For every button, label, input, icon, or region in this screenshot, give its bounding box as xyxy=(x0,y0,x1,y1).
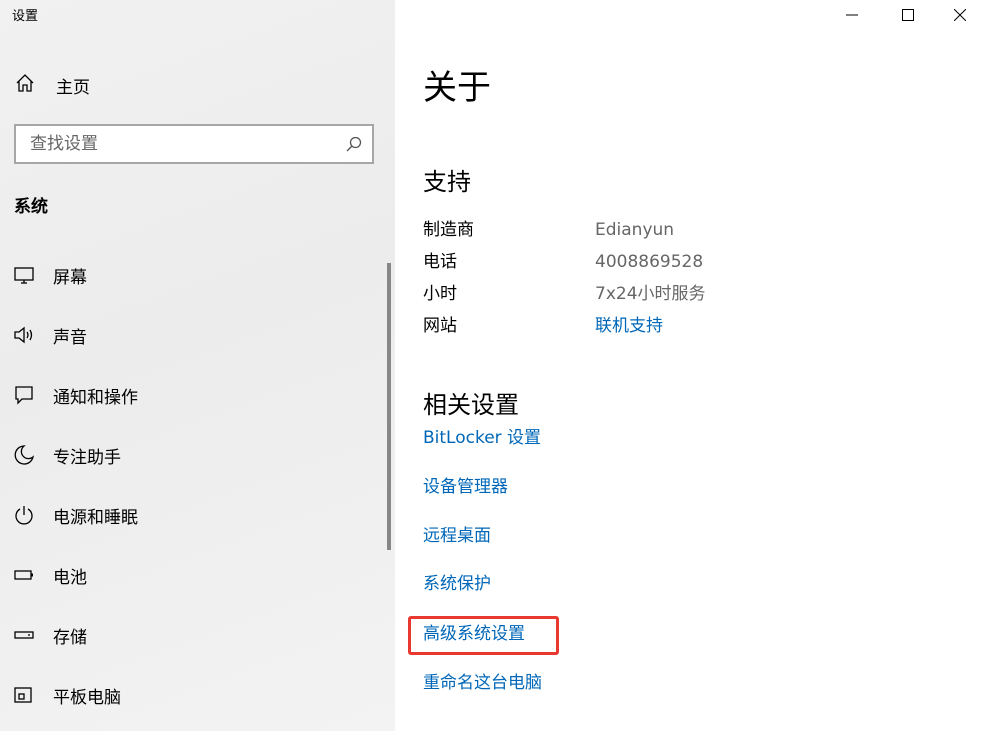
maximize-button[interactable] xyxy=(885,0,931,30)
sidebar-item-battery[interactable]: 电池 xyxy=(0,545,380,605)
support-value-manufacturer: Edianyun xyxy=(595,220,675,240)
home-nav-item[interactable]: 主页 xyxy=(14,72,90,98)
maximize-icon xyxy=(902,6,914,25)
sidebar-item-storage[interactable]: 存储 xyxy=(0,605,380,665)
minimize-icon xyxy=(846,6,858,25)
sidebar-nav: 屏幕 声音 通知和操作 专注助手 电源和睡眠 电池 存储 平板电脑 xyxy=(0,245,380,725)
search-box[interactable] xyxy=(14,124,374,164)
section-title: 系统 xyxy=(14,197,48,217)
monitor-icon xyxy=(12,263,36,287)
sidebar-item-tablet[interactable]: 平板电脑 xyxy=(0,665,380,725)
sidebar: 设置 主页 系统 屏幕 声音 通知和操作 xyxy=(0,0,395,731)
support-heading: 支持 xyxy=(423,168,471,196)
related-settings-heading: 相关设置 xyxy=(423,391,519,419)
sidebar-item-power-sleep[interactable]: 电源和睡眠 xyxy=(0,485,380,545)
sidebar-item-label: 屏幕 xyxy=(53,267,87,288)
sidebar-item-focus-assist[interactable]: 专注助手 xyxy=(0,425,380,485)
search-input[interactable] xyxy=(16,126,350,162)
rename-pc-link[interactable]: 重命名这台电脑 xyxy=(423,671,542,695)
sidebar-item-label: 电池 xyxy=(53,567,87,588)
search-icon[interactable] xyxy=(345,135,363,157)
sidebar-item-label: 通知和操作 xyxy=(53,387,138,408)
window-title: 设置 xyxy=(12,9,39,24)
device-manager-link[interactable]: 设备管理器 xyxy=(423,475,508,499)
sidebar-item-label: 专注助手 xyxy=(53,447,121,468)
speaker-icon xyxy=(12,323,36,347)
battery-icon xyxy=(12,563,36,587)
home-icon xyxy=(14,72,36,98)
power-icon xyxy=(12,503,36,527)
sidebar-item-label: 存储 xyxy=(53,627,87,648)
system-protection-link[interactable]: 系统保护 xyxy=(423,572,491,596)
sidebar-item-display[interactable]: 屏幕 xyxy=(0,245,380,305)
storage-icon xyxy=(12,623,36,647)
online-support-link[interactable]: 联机支持 xyxy=(595,314,663,338)
sidebar-item-label: 电源和睡眠 xyxy=(53,507,138,528)
page-title: 关于 xyxy=(423,68,491,108)
sidebar-item-label: 声音 xyxy=(53,327,87,348)
home-label: 主页 xyxy=(56,77,90,98)
notification-icon xyxy=(12,383,36,407)
tablet-icon xyxy=(12,683,36,707)
sidebar-scrollbar[interactable] xyxy=(387,263,391,550)
support-key-hours: 小时 xyxy=(423,284,457,304)
support-value-hours: 7x24小时服务 xyxy=(595,284,706,304)
minimize-button[interactable] xyxy=(829,0,875,30)
sidebar-item-notifications[interactable]: 通知和操作 xyxy=(0,365,380,425)
support-key-manufacturer: 制造商 xyxy=(423,220,474,240)
support-value-phone: 4008869528 xyxy=(595,252,704,272)
support-key-phone: 电话 xyxy=(423,252,457,272)
bitlocker-settings-link[interactable]: BitLocker 设置 xyxy=(423,426,541,450)
moon-icon xyxy=(12,443,36,467)
close-icon xyxy=(953,6,967,25)
close-button[interactable] xyxy=(937,0,983,30)
support-key-website: 网站 xyxy=(423,316,457,336)
sidebar-item-label: 平板电脑 xyxy=(53,687,121,708)
highlight-annotation-box xyxy=(408,616,559,655)
sidebar-item-sound[interactable]: 声音 xyxy=(0,305,380,365)
remote-desktop-link[interactable]: 远程桌面 xyxy=(423,524,491,548)
